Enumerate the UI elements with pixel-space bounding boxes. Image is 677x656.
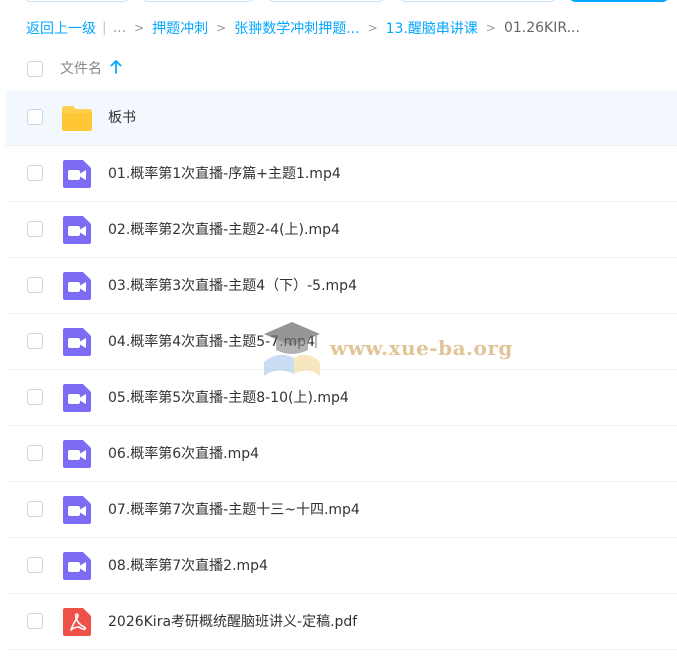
file-list-header: 文件名	[0, 52, 677, 86]
video-file-icon	[60, 551, 92, 581]
row-checkbox[interactable]	[27, 333, 43, 349]
file-row[interactable]: 板书	[6, 90, 677, 146]
file-name[interactable]: 03.概率第3次直播-主题4（下）-5.mp4	[108, 275, 357, 295]
row-checkbox[interactable]	[27, 557, 43, 573]
row-checkbox[interactable]	[27, 109, 43, 125]
video-file-icon	[60, 271, 92, 301]
toolbar-button[interactable]	[140, 0, 256, 2]
file-row[interactable]: 08.概率第7次直播2.mp4	[6, 538, 677, 594]
file-name[interactable]: 2026Kira考研概统醒脑班讲义-定稿.pdf	[108, 611, 357, 631]
row-checkbox[interactable]	[27, 389, 43, 405]
row-checkbox[interactable]	[27, 445, 43, 461]
graduation-cap-icon	[264, 322, 320, 376]
file-row[interactable]: 03.概率第3次直播-主题4（下）-5.mp4	[6, 258, 677, 314]
row-checkbox[interactable]	[27, 501, 43, 517]
row-checkbox[interactable]	[27, 613, 43, 629]
toolbar-buttons	[0, 0, 677, 2]
row-checkbox[interactable]	[27, 221, 43, 237]
primary-toolbar-button[interactable]	[568, 0, 670, 2]
file-name[interactable]: 板书	[108, 107, 136, 127]
file-name[interactable]: 07.概率第7次直播-主题十三~十四.mp4	[108, 499, 360, 519]
watermark: www.xue-ba.org	[258, 318, 512, 378]
breadcrumb-back-link[interactable]: 返回上一级	[26, 18, 96, 38]
video-file-icon	[60, 495, 92, 525]
chevron-right-icon: >	[485, 21, 496, 35]
chevron-right-icon: >	[216, 21, 227, 35]
breadcrumb-more[interactable]: ...	[113, 20, 126, 36]
row-checkbox[interactable]	[27, 277, 43, 293]
file-row[interactable]: 02.概率第2次直播-主题2-4(上).mp4	[6, 202, 677, 258]
pdf-file-icon	[60, 607, 92, 637]
watermark-text: www.xue-ba.org	[330, 336, 513, 360]
breadcrumb-item[interactable]: 张翀数学冲刺押题...	[234, 18, 359, 38]
select-all-checkbox[interactable]	[27, 61, 43, 77]
file-row[interactable]: 07.概率第7次直播-主题十三~十四.mp4	[6, 482, 677, 538]
toolbar-button[interactable]	[398, 0, 558, 2]
breadcrumb-divider: |	[102, 20, 107, 36]
file-name[interactable]: 05.概率第5次直播-主题8-10(上).mp4	[108, 387, 349, 407]
toolbar-button[interactable]	[266, 0, 386, 2]
breadcrumb: 返回上一级 | ... > 押题冲刺 > 张翀数学冲刺押题... > 13.醒脑…	[26, 16, 580, 40]
video-file-icon	[60, 383, 92, 413]
breadcrumb-item[interactable]: 13.醒脑串讲课	[386, 18, 478, 38]
file-name[interactable]: 08.概率第7次直播2.mp4	[108, 555, 268, 575]
video-file-icon	[60, 215, 92, 245]
video-file-icon	[60, 159, 92, 189]
file-name[interactable]: 06.概率第6次直播.mp4	[108, 443, 259, 463]
breadcrumb-item[interactable]: 押题冲刺	[152, 18, 208, 38]
file-name[interactable]: 01.概率第1次直播-序篇+主题1.mp4	[108, 163, 341, 183]
breadcrumb-current: 01.26KIR...	[503, 20, 580, 36]
file-row[interactable]: 06.概率第6次直播.mp4	[6, 426, 677, 482]
file-row[interactable]: 05.概率第5次直播-主题8-10(上).mp4	[6, 370, 677, 426]
file-row[interactable]: 01.概率第1次直播-序篇+主题1.mp4	[6, 146, 677, 202]
row-checkbox[interactable]	[27, 165, 43, 181]
file-row[interactable]: 2026Kira考研概统醒脑班讲义-定稿.pdf	[6, 594, 677, 650]
chevron-right-icon: >	[367, 21, 378, 35]
file-name[interactable]: 02.概率第2次直播-主题2-4(上).mp4	[108, 219, 340, 239]
folder-icon	[60, 103, 92, 133]
video-file-icon	[60, 439, 92, 469]
toolbar-button[interactable]	[23, 0, 131, 2]
video-file-icon	[60, 327, 92, 357]
sort-ascending-icon[interactable]	[110, 60, 122, 74]
chevron-right-icon: >	[134, 21, 145, 35]
column-header-filename[interactable]: 文件名	[60, 58, 102, 78]
